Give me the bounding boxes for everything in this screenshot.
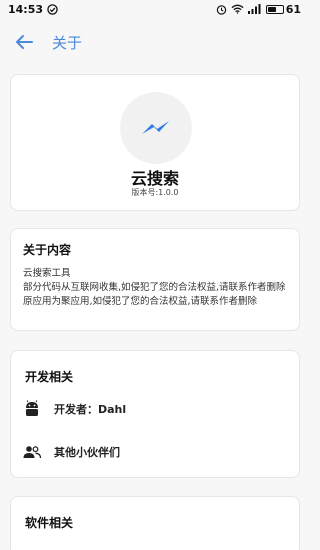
- about-line: 原应用为聚应用,如侵犯了您的合法权益,请联系作者删除: [23, 296, 258, 307]
- developer-item[interactable]: 开发者：Dahl: [11, 390, 301, 428]
- software-title: 软件相关: [25, 516, 74, 530]
- developer-title: 开发相关: [25, 370, 74, 384]
- developer-label: 开发者：Dahl: [54, 403, 127, 416]
- app-name: 云搜索: [130, 169, 179, 188]
- app-logo: [120, 92, 192, 164]
- wifi-icon: [231, 4, 244, 14]
- about-title: 关于内容: [23, 243, 72, 257]
- alarm-icon: [216, 4, 227, 15]
- about-card: 关于内容 云搜索工具 部分代码从互联网收集,如侵犯了您的合法权益,请联系作者删除…: [10, 228, 300, 331]
- battery-indicator: 61: [265, 2, 301, 16]
- contributors-label: 其他小伙伴们: [54, 446, 120, 459]
- signal-icon: [247, 4, 262, 14]
- status-time: 14:53: [8, 2, 44, 16]
- android-icon: [22, 399, 42, 419]
- battery-icon: [265, 4, 284, 14]
- status-bar: 14:53 61: [0, 0, 309, 18]
- page-title: 关于: [52, 33, 83, 52]
- arrow-left-icon: [16, 35, 33, 49]
- software-card: 软件相关: [10, 496, 300, 550]
- battery-level: 61: [285, 2, 301, 16]
- toolbar: 关于: [0, 22, 309, 62]
- app-info-card: 云搜索 版本号:1.0.0: [10, 74, 300, 211]
- contributors-item[interactable]: 其他小伙伴们: [11, 433, 301, 471]
- check-circle-icon: [47, 3, 58, 15]
- back-button[interactable]: [4, 22, 44, 62]
- people-icon: [22, 442, 42, 462]
- about-line: 部分代码从互联网收集,如侵犯了您的合法权益,请联系作者删除: [23, 282, 286, 293]
- app-version: 版本号:1.0.0: [131, 188, 179, 197]
- developer-card: 开发相关 开发者：Dahl 其他小伙伴们: [10, 350, 300, 478]
- messenger-bolt-icon: [142, 121, 169, 134]
- about-line: 云搜索工具: [23, 268, 71, 279]
